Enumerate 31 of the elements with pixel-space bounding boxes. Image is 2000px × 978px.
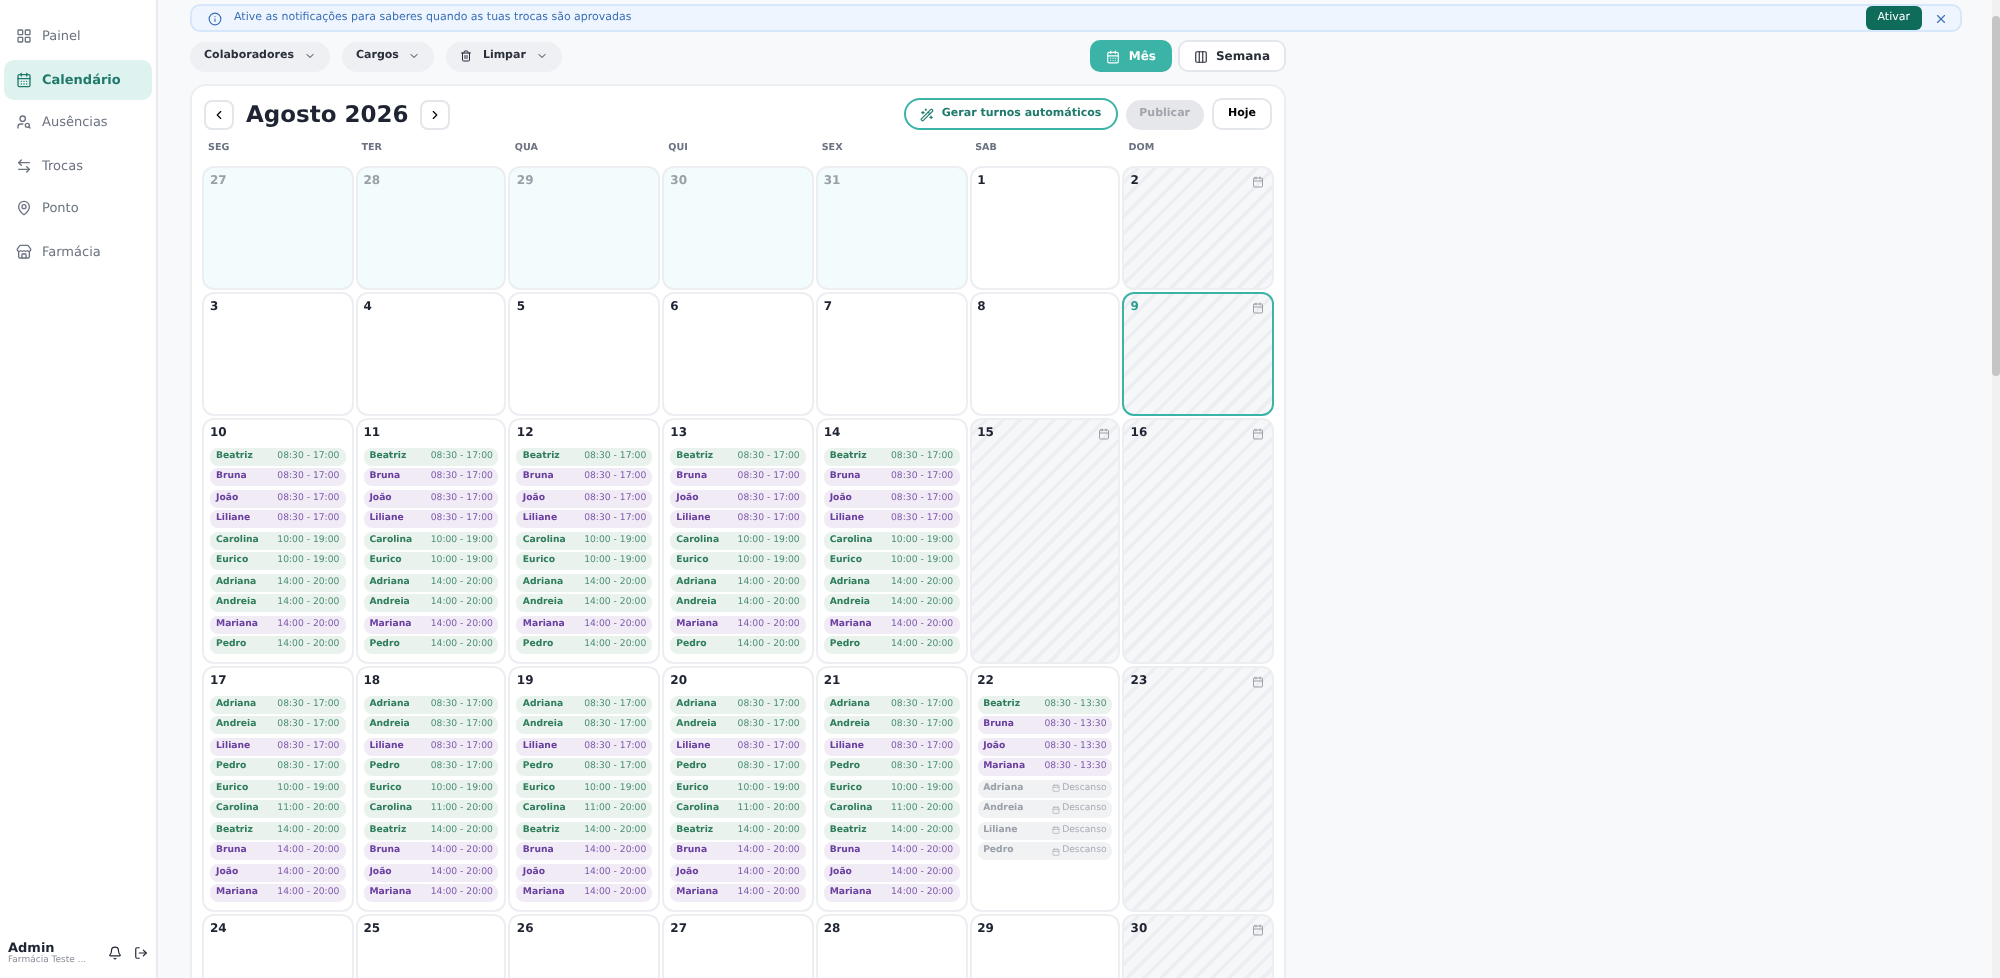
arrows-icon <box>16 157 32 173</box>
calendar-icon <box>1252 923 1264 936</box>
scrollbar[interactable] <box>1992 0 2000 978</box>
info-icon <box>208 11 222 25</box>
close-icon[interactable] <box>1934 11 1948 25</box>
calendar-icon <box>1252 428 1264 440</box>
calendar-icon <box>1052 805 1061 814</box>
logout-icon[interactable] <box>134 946 148 960</box>
grid-icon <box>16 28 32 44</box>
calendar-icon <box>1252 176 1264 188</box>
chevron-down-icon <box>303 50 316 62</box>
person-search-icon <box>16 114 32 130</box>
trash-icon <box>460 50 473 62</box>
store-icon <box>16 243 32 259</box>
calendar-icon <box>1252 675 1264 688</box>
chevron-right-icon <box>428 107 443 121</box>
chevron-down-icon <box>535 50 548 62</box>
calendar-icon <box>16 71 32 87</box>
month-title: Agosto 2026 <box>246 100 409 128</box>
wand-icon <box>919 107 934 121</box>
chevron-left-icon <box>212 107 226 121</box>
chevron-down-icon <box>408 50 421 62</box>
calendar-icon <box>1106 49 1121 63</box>
columns-icon <box>1193 49 1208 63</box>
calendar-icon <box>1052 826 1061 835</box>
calendar-icon <box>1052 847 1061 856</box>
calendar-icon <box>1098 428 1111 440</box>
calendar-icon <box>1252 302 1264 314</box>
calendar-icon <box>1052 784 1061 793</box>
bell-icon[interactable] <box>108 946 122 960</box>
pin-icon <box>16 200 32 216</box>
